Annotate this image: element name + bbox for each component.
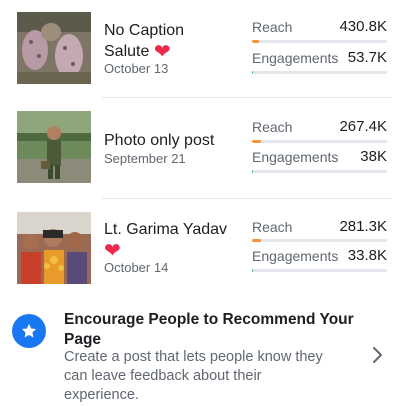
post-date: October 14 <box>104 260 169 275</box>
post-thumbnail[interactable] <box>17 12 91 84</box>
engagements-value: 53.7K <box>347 49 387 66</box>
reach-value: 267.4K <box>339 118 387 135</box>
recommend-description: Create a post that lets people know they… <box>64 349 323 403</box>
engagements-value: 33.8K <box>347 247 387 264</box>
post-row[interactable]: Photo only post September 21 Reach 267.4… <box>0 100 405 200</box>
post-thumbnail[interactable] <box>17 212 91 284</box>
post-thumbnail-image <box>17 212 91 284</box>
engagements-label: Engagements <box>252 248 339 264</box>
engagements-bar <box>252 269 387 272</box>
engagements-bar <box>252 170 387 173</box>
heart-icon: ❤ <box>153 41 171 63</box>
post-title: Lt. Garima Yadav ❤ <box>104 219 229 261</box>
post-title-text: Lt. Garima Yadav <box>104 221 228 238</box>
recommend-page-prompt[interactable]: Encourage People to Recommend Your Page … <box>0 300 405 406</box>
post-title: Photo only post <box>104 132 215 149</box>
heart-icon: ❤ <box>104 240 121 262</box>
engagements-bar <box>252 71 387 74</box>
reach-label: Reach <box>252 19 293 35</box>
post-thumbnail-image <box>17 12 91 84</box>
reach-value: 281.3K <box>339 218 387 235</box>
engagements-value: 38K <box>360 148 387 165</box>
engagements-bar-fill <box>252 170 254 173</box>
reach-bar-fill <box>252 40 259 43</box>
reach-bar <box>252 140 387 143</box>
engagements-bar-fill <box>252 269 254 272</box>
engagements-label: Engagements <box>252 50 339 66</box>
reach-bar-fill <box>252 140 262 143</box>
post-title-text: No Caption Salute <box>104 22 185 60</box>
reach-bar <box>252 40 387 43</box>
reach-value: 430.8K <box>339 18 387 35</box>
post-row[interactable]: Lt. Garima Yadav ❤ October 14 Reach 281.… <box>0 200 405 300</box>
engagements-label: Engagements <box>252 149 339 165</box>
chevron-right-icon[interactable] <box>371 346 385 364</box>
engagements-bar-fill <box>252 71 254 74</box>
post-row[interactable]: No Caption Salute ❤ October 13 Reach 430… <box>0 0 405 100</box>
post-date: October 13 <box>104 61 169 76</box>
reach-label: Reach <box>252 219 293 235</box>
post-thumbnail[interactable] <box>17 111 91 183</box>
row-divider <box>102 97 391 98</box>
reach-bar <box>252 239 387 242</box>
reach-label: Reach <box>252 119 293 135</box>
recommend-title: Encourage People to Recommend Your Page <box>64 311 354 348</box>
star-icon-glyph <box>21 323 37 338</box>
post-date: September 21 <box>104 151 186 166</box>
reach-bar-fill <box>252 239 262 242</box>
post-thumbnail-image <box>17 111 91 183</box>
post-title: No Caption Salute ❤ <box>104 20 229 62</box>
star-icon <box>12 314 46 348</box>
row-divider <box>102 198 391 199</box>
